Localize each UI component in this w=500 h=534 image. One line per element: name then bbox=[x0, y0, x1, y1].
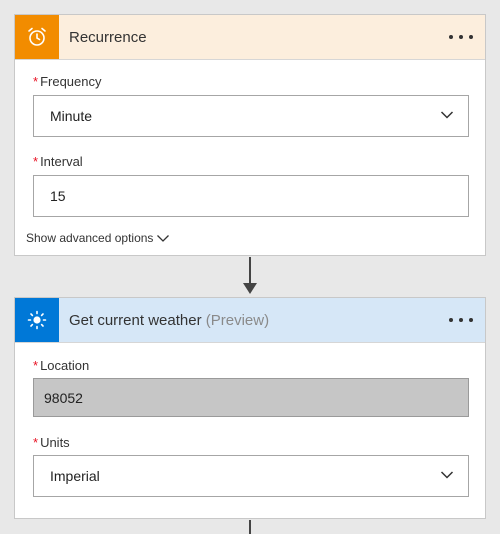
dot-icon bbox=[449, 318, 453, 322]
dot-icon bbox=[469, 35, 473, 39]
units-dropdown[interactable]: Imperial bbox=[33, 455, 469, 497]
required-mark: * bbox=[33, 435, 39, 450]
advanced-options-label: Show advanced options bbox=[26, 231, 154, 245]
weather-more-button[interactable] bbox=[449, 311, 473, 329]
dot-icon bbox=[459, 35, 463, 39]
chevron-down-icon bbox=[440, 111, 454, 119]
location-label-text: Location bbox=[40, 358, 90, 373]
interval-label-text: Interval bbox=[40, 154, 83, 169]
recurrence-more-button[interactable] bbox=[449, 28, 473, 46]
recurrence-header[interactable]: Recurrence bbox=[15, 15, 485, 60]
recurrence-title: Recurrence bbox=[69, 28, 147, 46]
dot-icon bbox=[449, 35, 453, 39]
frequency-value: Minute bbox=[50, 108, 93, 124]
chevron-down-icon bbox=[440, 471, 454, 479]
show-advanced-options-link[interactable]: Show advanced options bbox=[26, 231, 170, 245]
location-label: * Location bbox=[33, 358, 89, 373]
weather-icon-box bbox=[15, 298, 59, 342]
weather-header[interactable]: Get current weather (Preview) bbox=[15, 298, 485, 343]
units-label: * Units bbox=[33, 435, 70, 450]
interval-input[interactable]: 15 bbox=[33, 175, 469, 217]
units-label-text: Units bbox=[40, 435, 70, 450]
weather-title: Get current weather (Preview) bbox=[69, 312, 269, 329]
interval-value: 15 bbox=[50, 188, 66, 204]
dot-icon bbox=[469, 318, 473, 322]
alarm-clock-icon bbox=[28, 27, 46, 46]
required-mark: * bbox=[33, 358, 39, 373]
flow-connector bbox=[249, 520, 251, 534]
preview-tag: (Preview) bbox=[205, 311, 270, 329]
dot-icon bbox=[459, 318, 463, 322]
frequency-label: * Frequency bbox=[33, 74, 101, 89]
interval-label: * Interval bbox=[33, 154, 83, 169]
arrow-down-icon bbox=[243, 283, 257, 294]
recurrence-card: Recurrence * Frequency Minute * Interval 1… bbox=[14, 14, 486, 256]
required-mark: * bbox=[33, 154, 39, 169]
frequency-dropdown[interactable]: Minute bbox=[33, 95, 469, 137]
weather-card: Get current weather (Preview) * Location … bbox=[14, 297, 486, 519]
recurrence-icon-box bbox=[15, 15, 59, 59]
frequency-label-text: Frequency bbox=[40, 74, 102, 89]
chevron-down-icon bbox=[157, 234, 170, 242]
weather-title-text: Get current weather bbox=[69, 311, 202, 329]
location-value: 98052 bbox=[44, 389, 83, 406]
units-value: Imperial bbox=[50, 468, 100, 484]
required-mark: * bbox=[33, 74, 39, 89]
location-input[interactable]: 98052 bbox=[33, 378, 469, 417]
sun-icon bbox=[27, 310, 47, 330]
